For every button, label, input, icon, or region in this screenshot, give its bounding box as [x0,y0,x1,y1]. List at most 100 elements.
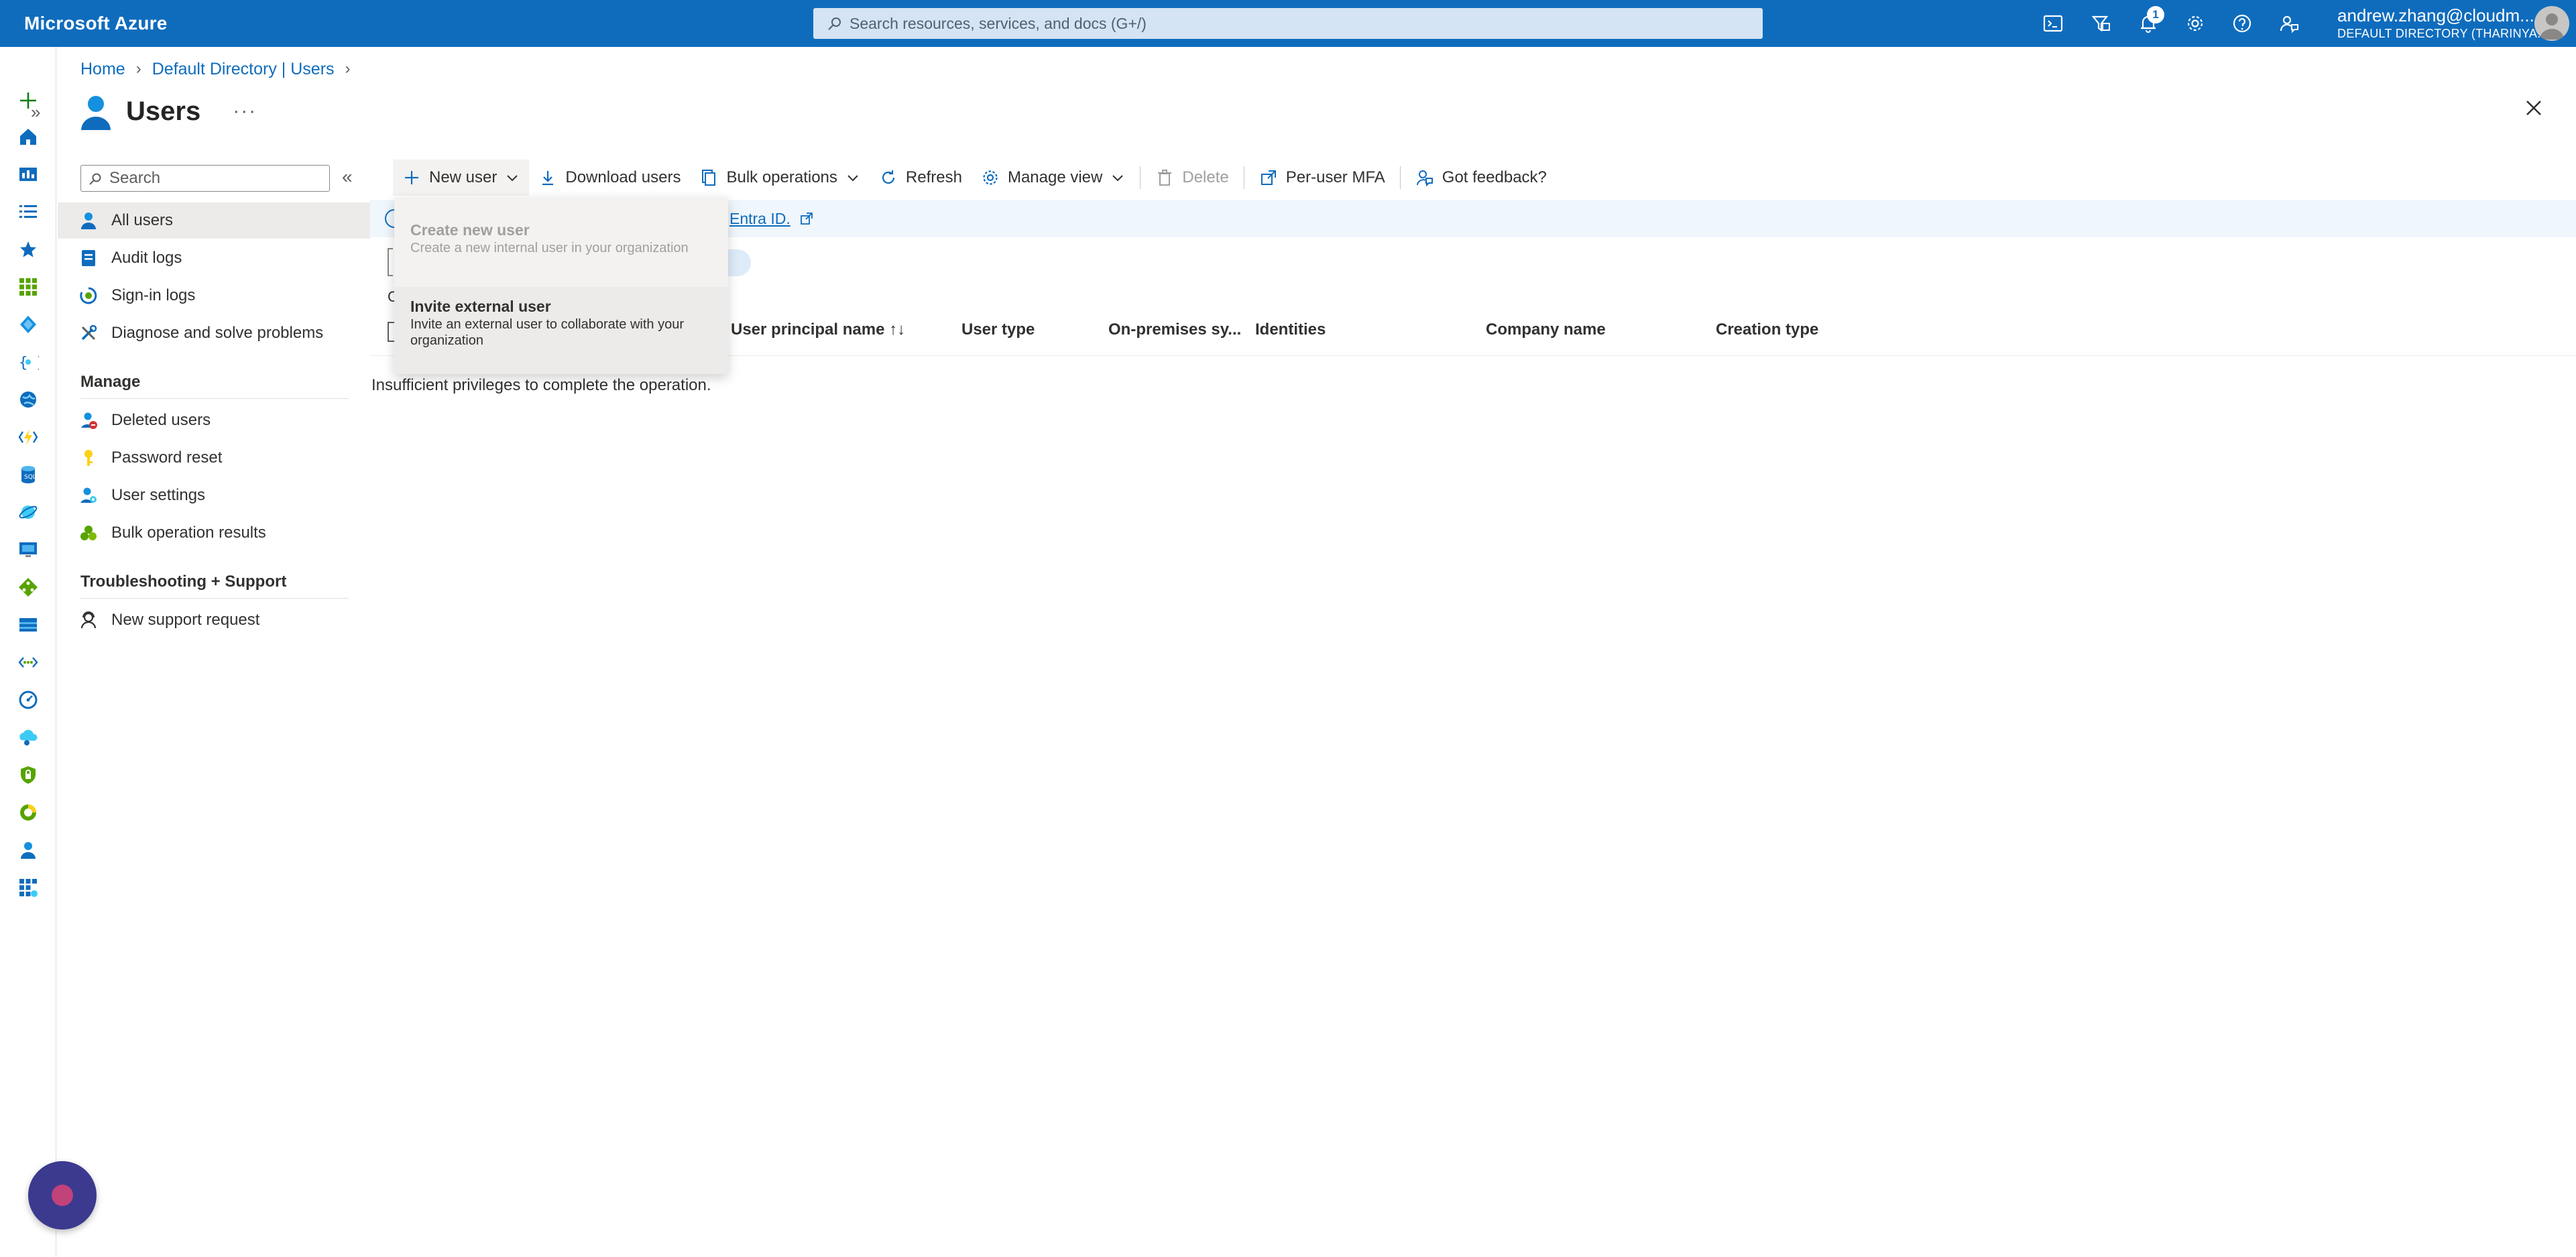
create-new-user-menu-item[interactable]: Create new user Create a new internal us… [394,220,728,287]
directory-filter-icon[interactable] [2089,11,2113,36]
all-services-icon[interactable] [17,201,39,223]
entra-users-icon[interactable] [17,839,39,861]
download-users-label: Download users [565,168,681,186]
new-user-button[interactable]: New user [393,160,530,196]
refresh-label: Refresh [905,168,962,186]
column-header-company-name[interactable]: Company name [1486,320,1606,339]
more-options-button[interactable]: ··· [233,100,257,123]
trash-icon [1158,170,1172,186]
menu-item-password-reset[interactable]: Password reset [58,440,370,476]
breadcrumb-directory-link[interactable]: Default Directory | Users [152,60,335,79]
bulk-operations-button[interactable]: Bulk operations [690,160,869,196]
got-feedback-button[interactable]: Got feedback? [1406,160,1556,196]
search-users-input[interactable] [388,248,393,276]
wrench-icon [79,324,98,343]
global-search-input[interactable]: Search resources, services, and docs (G+… [813,8,1763,39]
cloud-shell-icon[interactable] [2041,11,2065,36]
favorites-star-icon[interactable] [17,239,39,260]
invite-external-user-description: Invite an external user to collaborate w… [410,317,684,332]
delete-label: Delete [1182,168,1229,186]
load-balancers-icon[interactable] [17,577,39,598]
deleted-user-icon [79,411,98,430]
menu-item-diagnose[interactable]: Diagnose and solve problems [58,315,370,351]
command-separator [1399,166,1401,189]
invite-external-user-description-cont: organization [410,333,483,348]
select-all-checkbox[interactable] [388,322,394,342]
feedback-icon[interactable] [2277,11,2301,36]
per-user-mfa-button[interactable]: Per-user MFA [1250,160,1395,196]
create-new-user-title: Create new user [410,221,530,239]
account-menu[interactable]: andrew.zhang@cloudm... DEFAULT DIRECTORY… [2337,5,2548,42]
refresh-button[interactable]: Refresh [870,160,972,196]
brand-title[interactable]: Microsoft Azure [24,0,168,47]
bulk-results-icon [79,524,98,542]
virtual-networks-icon[interactable] [17,652,39,673]
menu-item-label: User settings [111,486,206,504]
virtual-machines-icon[interactable] [17,539,39,560]
breadcrumb-home-link[interactable]: Home [80,60,125,79]
column-header-creation-type[interactable]: Creation type [1716,320,1818,339]
cosmos-db-icon[interactable] [17,501,39,523]
account-name: andrew.zhang@cloudm... [2337,5,2534,25]
download-users-button[interactable]: Download users [529,160,690,196]
storage-accounts-icon[interactable] [17,614,39,636]
notification-count-badge: 1 [2147,6,2164,23]
globe-icon[interactable] [17,389,39,410]
security-center-icon[interactable] [17,764,39,786]
top-bar: Microsoft Azure Search resources, servic… [0,0,2576,47]
create-resource-icon[interactable] [17,90,39,111]
menu-item-label: Bulk operation results [111,524,266,542]
close-icon[interactable] [2522,97,2545,119]
menu-item-deleted-users[interactable]: Deleted users [58,402,370,438]
per-user-mfa-label: Per-user MFA [1285,168,1385,186]
home-icon[interactable] [17,126,39,147]
cost-management-icon[interactable] [17,802,39,823]
invite-external-user-menu-item[interactable]: Invite external user Invite an external … [394,287,728,374]
avatar[interactable] [2534,6,2569,41]
column-header-upn[interactable]: User principal name ↑↓ [731,320,905,339]
page-title: Users [126,96,201,126]
app-services-icon[interactable]: { } [17,351,46,373]
resource-groups-icon[interactable] [17,314,39,335]
marketplace-grid-icon[interactable] [17,877,39,898]
menu-item-user-settings[interactable]: User settings [58,477,370,514]
create-new-user-description: Create a new internal user in your organ… [410,241,689,255]
collapse-menu-icon[interactable]: « [342,166,353,188]
new-user-label: New user [429,168,497,186]
external-link-icon [801,213,813,225]
menu-item-label: Deleted users [111,411,211,429]
column-header-user-type[interactable]: User type [961,320,1035,339]
column-header-on-premises-sync[interactable]: On-premises sy... [1108,320,1241,339]
column-header-identities[interactable]: Identities [1255,320,1326,339]
entra-id-link[interactable]: Entra ID. [729,200,791,237]
search-icon [828,17,841,30]
menu-item-label: New support request [111,611,260,629]
copilot-button[interactable] [28,1161,97,1230]
menu-item-label: Sign-in logs [111,286,196,304]
advisor-icon[interactable] [17,727,39,748]
menu-item-label: Password reset [111,448,223,467]
delete-button[interactable]: Delete [1146,160,1238,196]
menu-item-bulk-operation-results[interactable]: Bulk operation results [58,515,370,551]
all-resources-icon[interactable] [17,276,39,298]
copilot-icon [52,1185,73,1206]
chevron-down-icon [1112,175,1124,182]
sql-database-icon[interactable]: SQL [17,464,39,485]
menu-divider [80,398,349,399]
function-app-icon[interactable] [17,426,39,448]
external-link-icon [1261,170,1276,185]
dashboard-icon[interactable] [17,164,39,185]
audit-log-icon [79,249,98,267]
manage-view-button[interactable]: Manage view [972,160,1134,196]
breadcrumb: Home › Default Directory | Users › [80,59,361,79]
monitor-icon[interactable] [17,689,39,711]
menu-search-input[interactable]: Search [80,165,330,192]
menu-item-new-support-request[interactable]: New support request [58,602,370,638]
menu-item-all-users[interactable]: All users [58,202,370,239]
menu-item-sign-in-logs[interactable]: Sign-in logs [58,278,370,314]
menu-item-audit-logs[interactable]: Audit logs [58,240,370,276]
settings-icon[interactable] [2183,11,2207,36]
help-icon[interactable] [2230,11,2254,36]
menu-item-label: All users [111,211,174,229]
got-feedback-label: Got feedback? [1442,168,1547,186]
